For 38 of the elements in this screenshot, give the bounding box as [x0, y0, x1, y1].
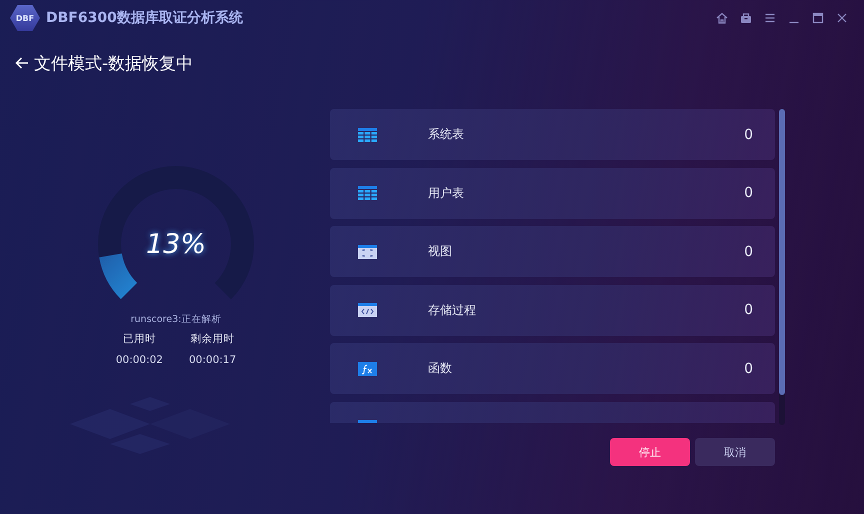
time-label: 剩余用时 — [190, 332, 235, 346]
time-value: 00:00:02 — [116, 354, 163, 366]
row-count: 0 — [744, 302, 753, 318]
row-count: 0 — [744, 360, 753, 376]
row-label: 用户表 — [428, 184, 464, 202]
time-value: 00:00:17 — [189, 354, 236, 366]
stop-button[interactable]: 停止 — [610, 438, 690, 466]
row-label: 函数 — [428, 360, 452, 377]
cancel-button[interactable]: 取消 — [695, 438, 775, 466]
window-icon — [358, 244, 377, 258]
time-label: 已用时 — [122, 332, 156, 346]
list-row[interactable]: 用户表 0 — [330, 168, 775, 218]
row-label: 系统表 — [428, 126, 464, 143]
maximize-icon[interactable] — [812, 12, 824, 24]
toolbox-icon[interactable] — [740, 12, 752, 24]
progress-percent: 13% — [146, 228, 206, 260]
logo: DBF — [10, 5, 40, 31]
row-count: 0 — [744, 126, 753, 142]
page-title: 文件模式-数据恢复中 — [34, 52, 194, 74]
row-count: 0 — [744, 244, 753, 260]
app-title: DBF6300数据库取证分析系统 — [46, 9, 243, 27]
menu-icon[interactable] — [764, 12, 776, 24]
row-count: 0 — [744, 185, 753, 201]
close-icon[interactable] — [836, 12, 848, 24]
list-row[interactable]: 存储过程 0 — [330, 284, 775, 336]
table-icon — [358, 186, 377, 200]
row-label: 存储过程 — [428, 302, 476, 318]
code-icon — [358, 303, 377, 317]
table-icon — [358, 128, 377, 142]
row-label: 视图 — [428, 243, 452, 260]
list-row[interactable]: 视图 0 — [330, 226, 775, 277]
list-row[interactable]: 函数 0 — [330, 343, 775, 394]
status-text: runscore3:正在解析 — [130, 313, 222, 326]
home-icon[interactable] — [716, 12, 728, 24]
back-icon[interactable] — [14, 55, 30, 71]
function-icon — [358, 362, 377, 376]
list-row[interactable]: 系统表 0 — [330, 109, 775, 160]
scrollbar[interactable] — [779, 109, 785, 425]
